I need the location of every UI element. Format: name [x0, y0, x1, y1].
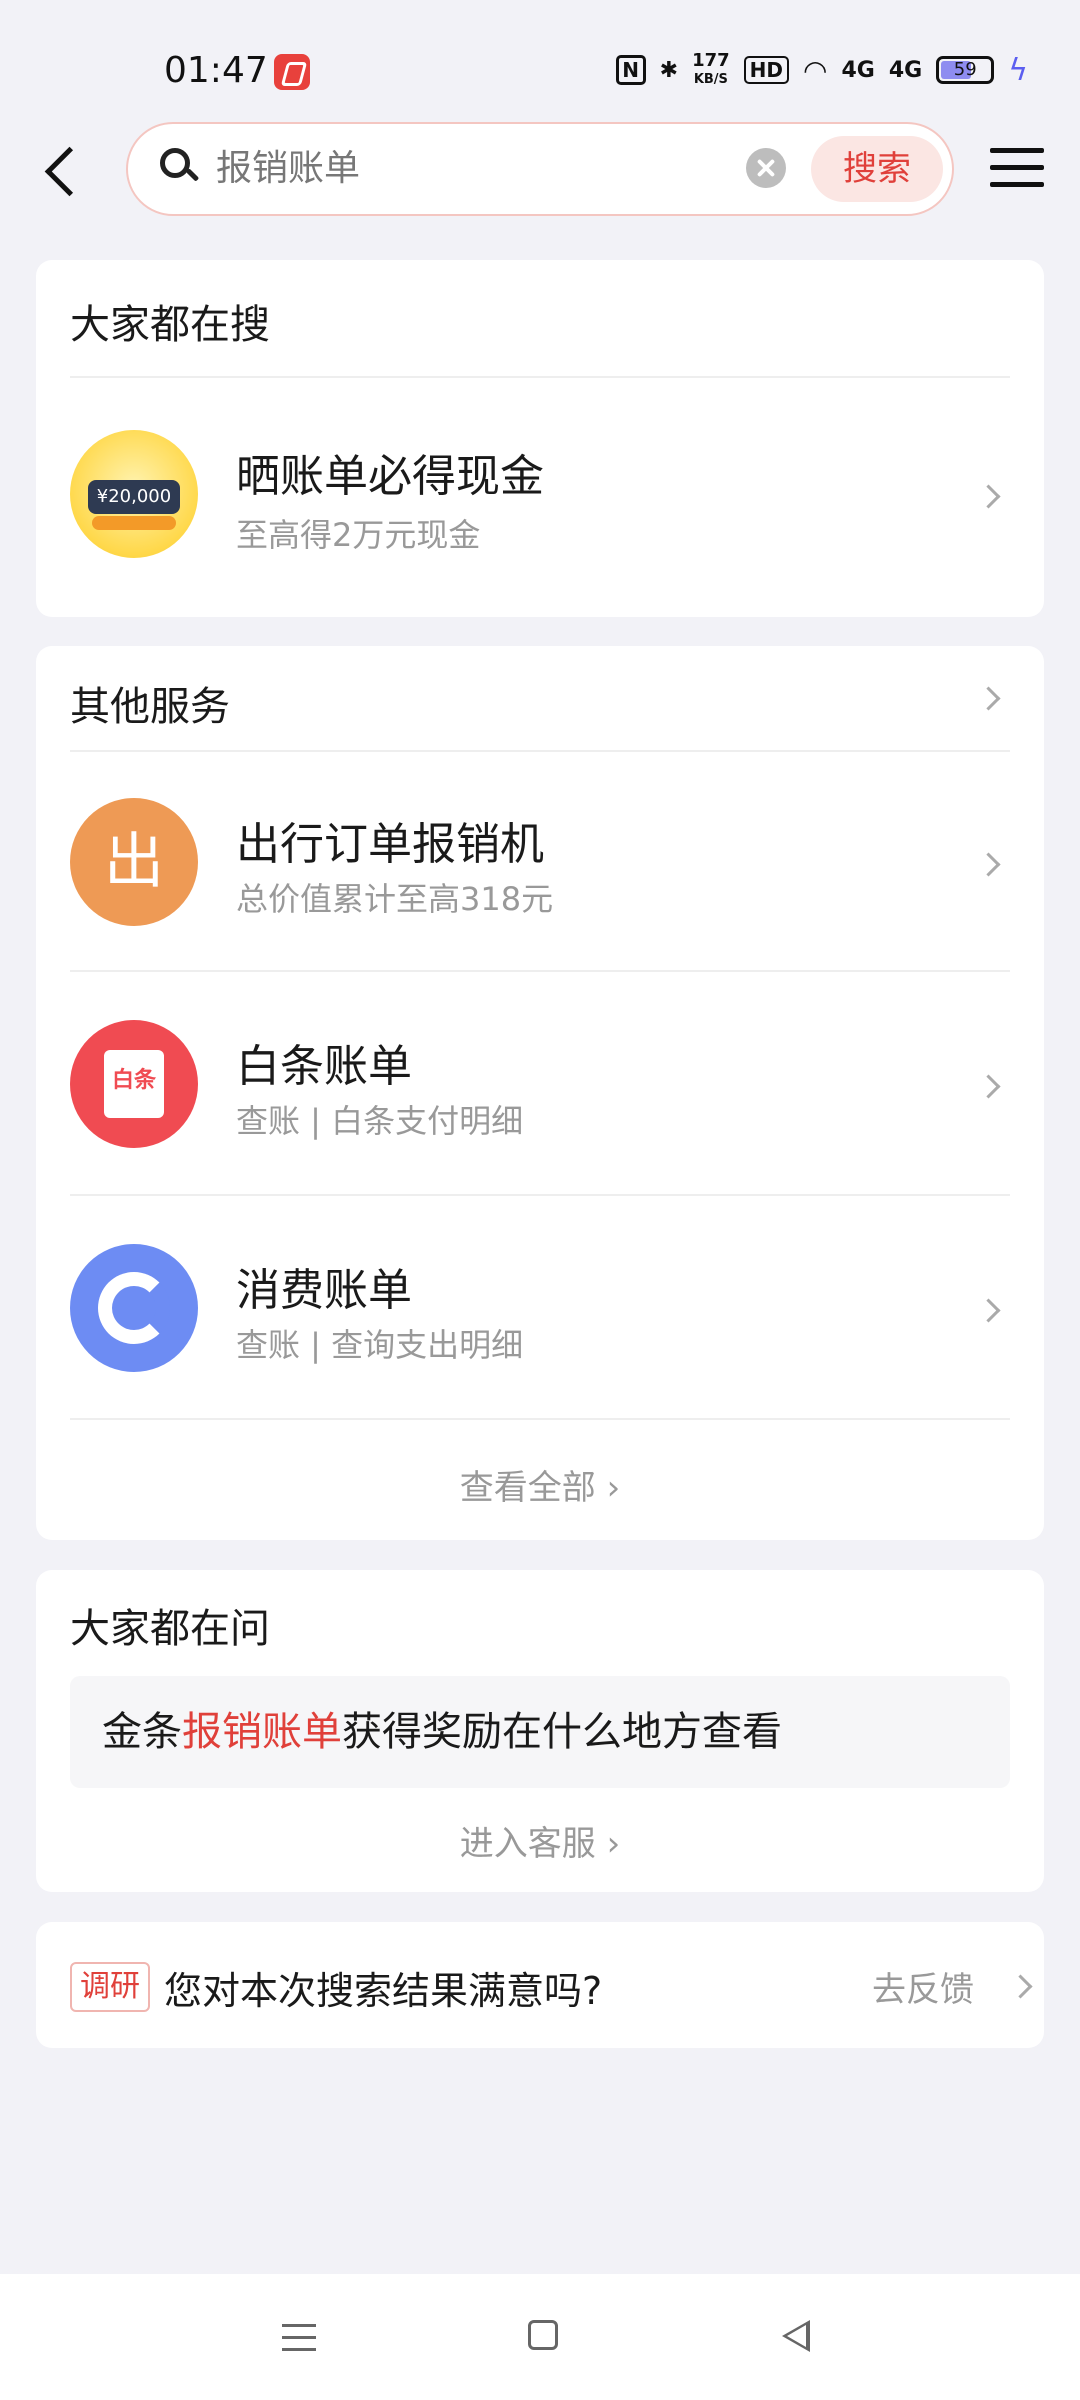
other-services-card: 其他服务 出 出行订单报销机 总价值累计至高318元 白条 白条账单 查账 | … [36, 646, 1044, 1540]
nfc-icon: N [615, 55, 646, 85]
qa-card: 大家都在问 金条报销账单获得奖励在什么地方查看 进入客服 › [36, 1570, 1044, 1892]
chevron-right-icon [976, 1298, 1001, 1323]
recent-apps-button[interactable] [268, 2306, 328, 2366]
search-bar[interactable]: 搜索 [126, 122, 954, 216]
system-nav-bar [0, 2274, 1080, 2400]
promo-subtitle: 至高得2万元现金 [236, 516, 481, 554]
search-input[interactable] [216, 124, 596, 214]
other-services-header[interactable]: 其他服务 [36, 646, 1044, 750]
status-icons: N ✱ 177 KB/S HD ◠ 4G 4G 59 ϟ [615, 50, 1028, 88]
status-bar: 01:47 N ✱ 177 KB/S HD ◠ 4G 4G 59 ϟ [0, 0, 1080, 120]
signal-icon-1: 4G [841, 57, 875, 83]
travel-icon: 出 [70, 798, 198, 926]
cash-reward-icon: ¥20,000 [70, 430, 198, 558]
battery-icon: 59 [936, 56, 995, 84]
survey-text: 您对本次搜索结果满意吗? [164, 1969, 603, 2013]
chevron-right-icon [976, 686, 1001, 711]
qa-question[interactable]: 金条报销账单获得奖励在什么地方查看 [70, 1676, 1010, 1788]
qa-title: 大家都在问 [70, 1606, 270, 1652]
promo-title: 晒账单必得现金 [236, 451, 544, 502]
list-item-travel[interactable]: 出 出行订单报销机 总价值累计至高318元 [36, 752, 1044, 972]
item-title: 消费账单 [236, 1265, 412, 1316]
list-item-baitiao[interactable]: 白条 白条账单 查账 | 白条支付明细 [36, 972, 1044, 1192]
search-button[interactable]: 搜索 [811, 136, 943, 202]
consumption-bill-icon [70, 1244, 198, 1372]
wifi-icon: ◠ [803, 53, 828, 87]
network-speed: 177 KB/S [692, 50, 730, 88]
clear-icon[interactable] [746, 148, 786, 188]
view-all-link[interactable]: 查看全部 › [36, 1460, 1044, 1509]
back-nav-button[interactable] [762, 2306, 822, 2366]
signal-icon-2: 4G [888, 57, 923, 83]
charging-icon: ϟ [1008, 52, 1028, 88]
survey-card: 调研 您对本次搜索结果满意吗? 去反馈 [36, 1922, 1044, 2048]
divider [70, 376, 1010, 378]
chevron-right-icon [976, 1074, 1001, 1099]
status-time: 01:47 [164, 50, 268, 91]
item-subtitle: 总价值累计至高318元 [236, 880, 554, 918]
chevron-right-icon [976, 852, 1001, 877]
item-subtitle: 查账 | 白条支付明细 [236, 1102, 524, 1140]
enter-service-link[interactable]: 进入客服 › [36, 1816, 1044, 1865]
home-button[interactable] [514, 2306, 574, 2366]
item-title: 出行订单报销机 [236, 819, 544, 870]
chevron-right-icon [976, 484, 1001, 509]
divider [70, 1418, 1010, 1420]
item-title: 白条账单 [236, 1041, 412, 1092]
chevron-right-icon [1008, 1974, 1033, 1999]
app-notification-icon [274, 54, 310, 90]
popular-title: 大家都在搜 [70, 302, 270, 348]
item-subtitle: 查账 | 查询支出明细 [236, 1326, 524, 1364]
search-icon [160, 148, 190, 178]
menu-icon[interactable] [990, 146, 1044, 190]
services-title: 其他服务 [70, 684, 230, 730]
hd-icon: HD [743, 56, 790, 84]
popular-search-card: 大家都在搜 ¥20,000 晒账单必得现金 至高得2万元现金 [36, 260, 1044, 617]
survey-tag: 调研 [70, 1962, 150, 2012]
back-button[interactable] [40, 140, 84, 200]
promo-item[interactable]: ¥20,000 晒账单必得现金 至高得2万元现金 [36, 380, 1044, 617]
list-item-consumption[interactable]: 消费账单 查账 | 查询支出明细 [36, 1196, 1044, 1416]
bluetooth-icon: ✱ [659, 57, 679, 83]
feedback-link[interactable]: 去反馈 [872, 1962, 974, 2011]
baitiao-icon: 白条 [70, 1020, 198, 1148]
